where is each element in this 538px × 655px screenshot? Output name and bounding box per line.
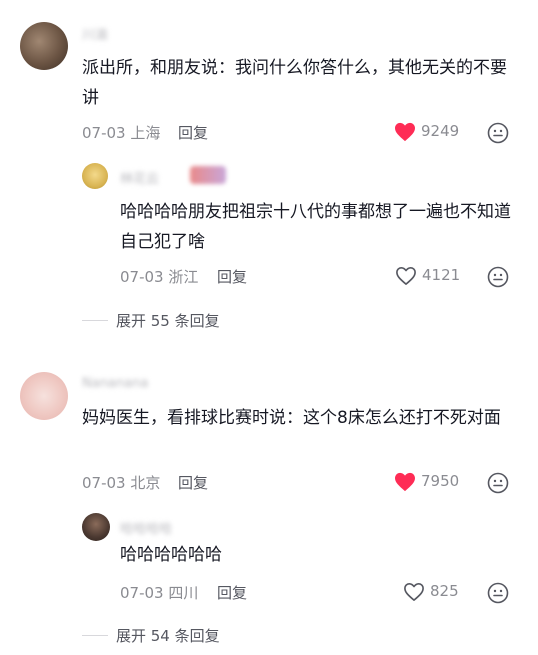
divider-line <box>82 320 108 321</box>
reply-username[interactable]: 哈哈哈哈 <box>120 518 172 537</box>
reply-meta: 07-03 四川 <box>120 582 198 603</box>
like-count: 825 <box>430 582 459 600</box>
comment-username[interactable]: 川渝 <box>82 24 108 43</box>
reply-date: 07-03 <box>120 268 164 286</box>
reply-button[interactable]: 回复 <box>178 472 208 493</box>
expand-replies-label[interactable]: 展开 54 条回复 <box>116 625 220 646</box>
like-count: 4121 <box>422 266 461 284</box>
comment-date: 07-03 <box>82 124 126 142</box>
reply-meta: 07-03 浙江 <box>120 266 198 287</box>
like-count: 9249 <box>421 122 460 140</box>
expand-replies-button[interactable]: 展开 55 条回复 <box>82 310 220 331</box>
avatar[interactable] <box>20 22 68 70</box>
reply-button[interactable]: 回复 <box>217 266 247 287</box>
expand-replies-label[interactable]: 展开 55 条回复 <box>116 310 220 331</box>
comment-date: 07-03 <box>82 474 126 492</box>
reply-avatar[interactable] <box>82 513 110 541</box>
emoji-icon[interactable] <box>487 266 509 288</box>
heart-outline-icon[interactable] <box>403 582 425 602</box>
divider-line <box>82 635 108 636</box>
emoji-icon[interactable] <box>487 122 509 144</box>
reply-text: 哈哈哈哈哈哈 <box>120 545 222 565</box>
comment-meta: 07-03 上海 <box>82 122 160 143</box>
comment-username[interactable]: Nananana <box>82 376 148 391</box>
reply-date: 07-03 <box>120 584 164 602</box>
reply-location: 浙江 <box>168 268 199 286</box>
emoji-icon[interactable] <box>487 582 509 604</box>
comment-text: 派出所，和朋友说：我问什么你答什么，其他无关的不要讲 <box>82 58 507 108</box>
emoji-icon[interactable] <box>487 472 509 494</box>
comment-text: 妈妈医生，看排球比赛时说：这个8床怎么还打不死对面 <box>82 408 501 428</box>
reply-avatar[interactable] <box>82 163 108 189</box>
avatar[interactable] <box>20 372 68 420</box>
heart-icon[interactable] <box>394 122 416 142</box>
reply-location: 四川 <box>168 584 199 602</box>
reply-button[interactable]: 回复 <box>217 582 247 603</box>
heart-icon[interactable] <box>394 472 416 492</box>
like-count: 7950 <box>421 472 460 490</box>
comment-location: 上海 <box>130 124 161 142</box>
reply-username[interactable]: 林花云 <box>120 168 159 187</box>
comment-location: 北京 <box>130 474 161 492</box>
comment-meta: 07-03 北京 <box>82 472 160 493</box>
expand-replies-button[interactable]: 展开 54 条回复 <box>82 625 220 646</box>
reply-text: 哈哈哈哈朋友把祖宗十八代的事都想了一遍也不知道自己犯了啥 <box>120 202 511 252</box>
reply-button[interactable]: 回复 <box>178 122 208 143</box>
user-badge-icon <box>190 166 226 184</box>
heart-outline-icon[interactable] <box>395 266 417 286</box>
